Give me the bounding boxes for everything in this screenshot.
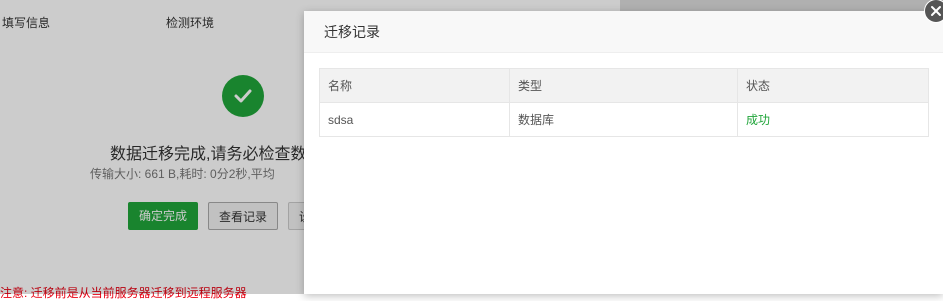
record-table-wrap: 名称 类型 状态 sdsa 数据库 成功 [319, 68, 929, 137]
record-table: 名称 类型 状态 sdsa 数据库 成功 [319, 68, 929, 137]
cell-status: 成功 [737, 102, 929, 137]
migration-record-dialog: 迁移记录 名称 类型 状态 sdsa 数据库 成功 [304, 0, 943, 294]
header-type: 类型 [509, 68, 738, 103]
header-status: 状态 [737, 68, 929, 103]
table-header-row: 名称 类型 状态 [319, 68, 929, 103]
table-row: sdsa 数据库 成功 [319, 102, 929, 137]
cell-type: 数据库 [509, 102, 738, 137]
cell-name: sdsa [319, 102, 510, 137]
close-icon[interactable] [924, 0, 943, 23]
header-name: 名称 [319, 68, 510, 103]
dialog-title: 迁移记录 [304, 11, 943, 53]
